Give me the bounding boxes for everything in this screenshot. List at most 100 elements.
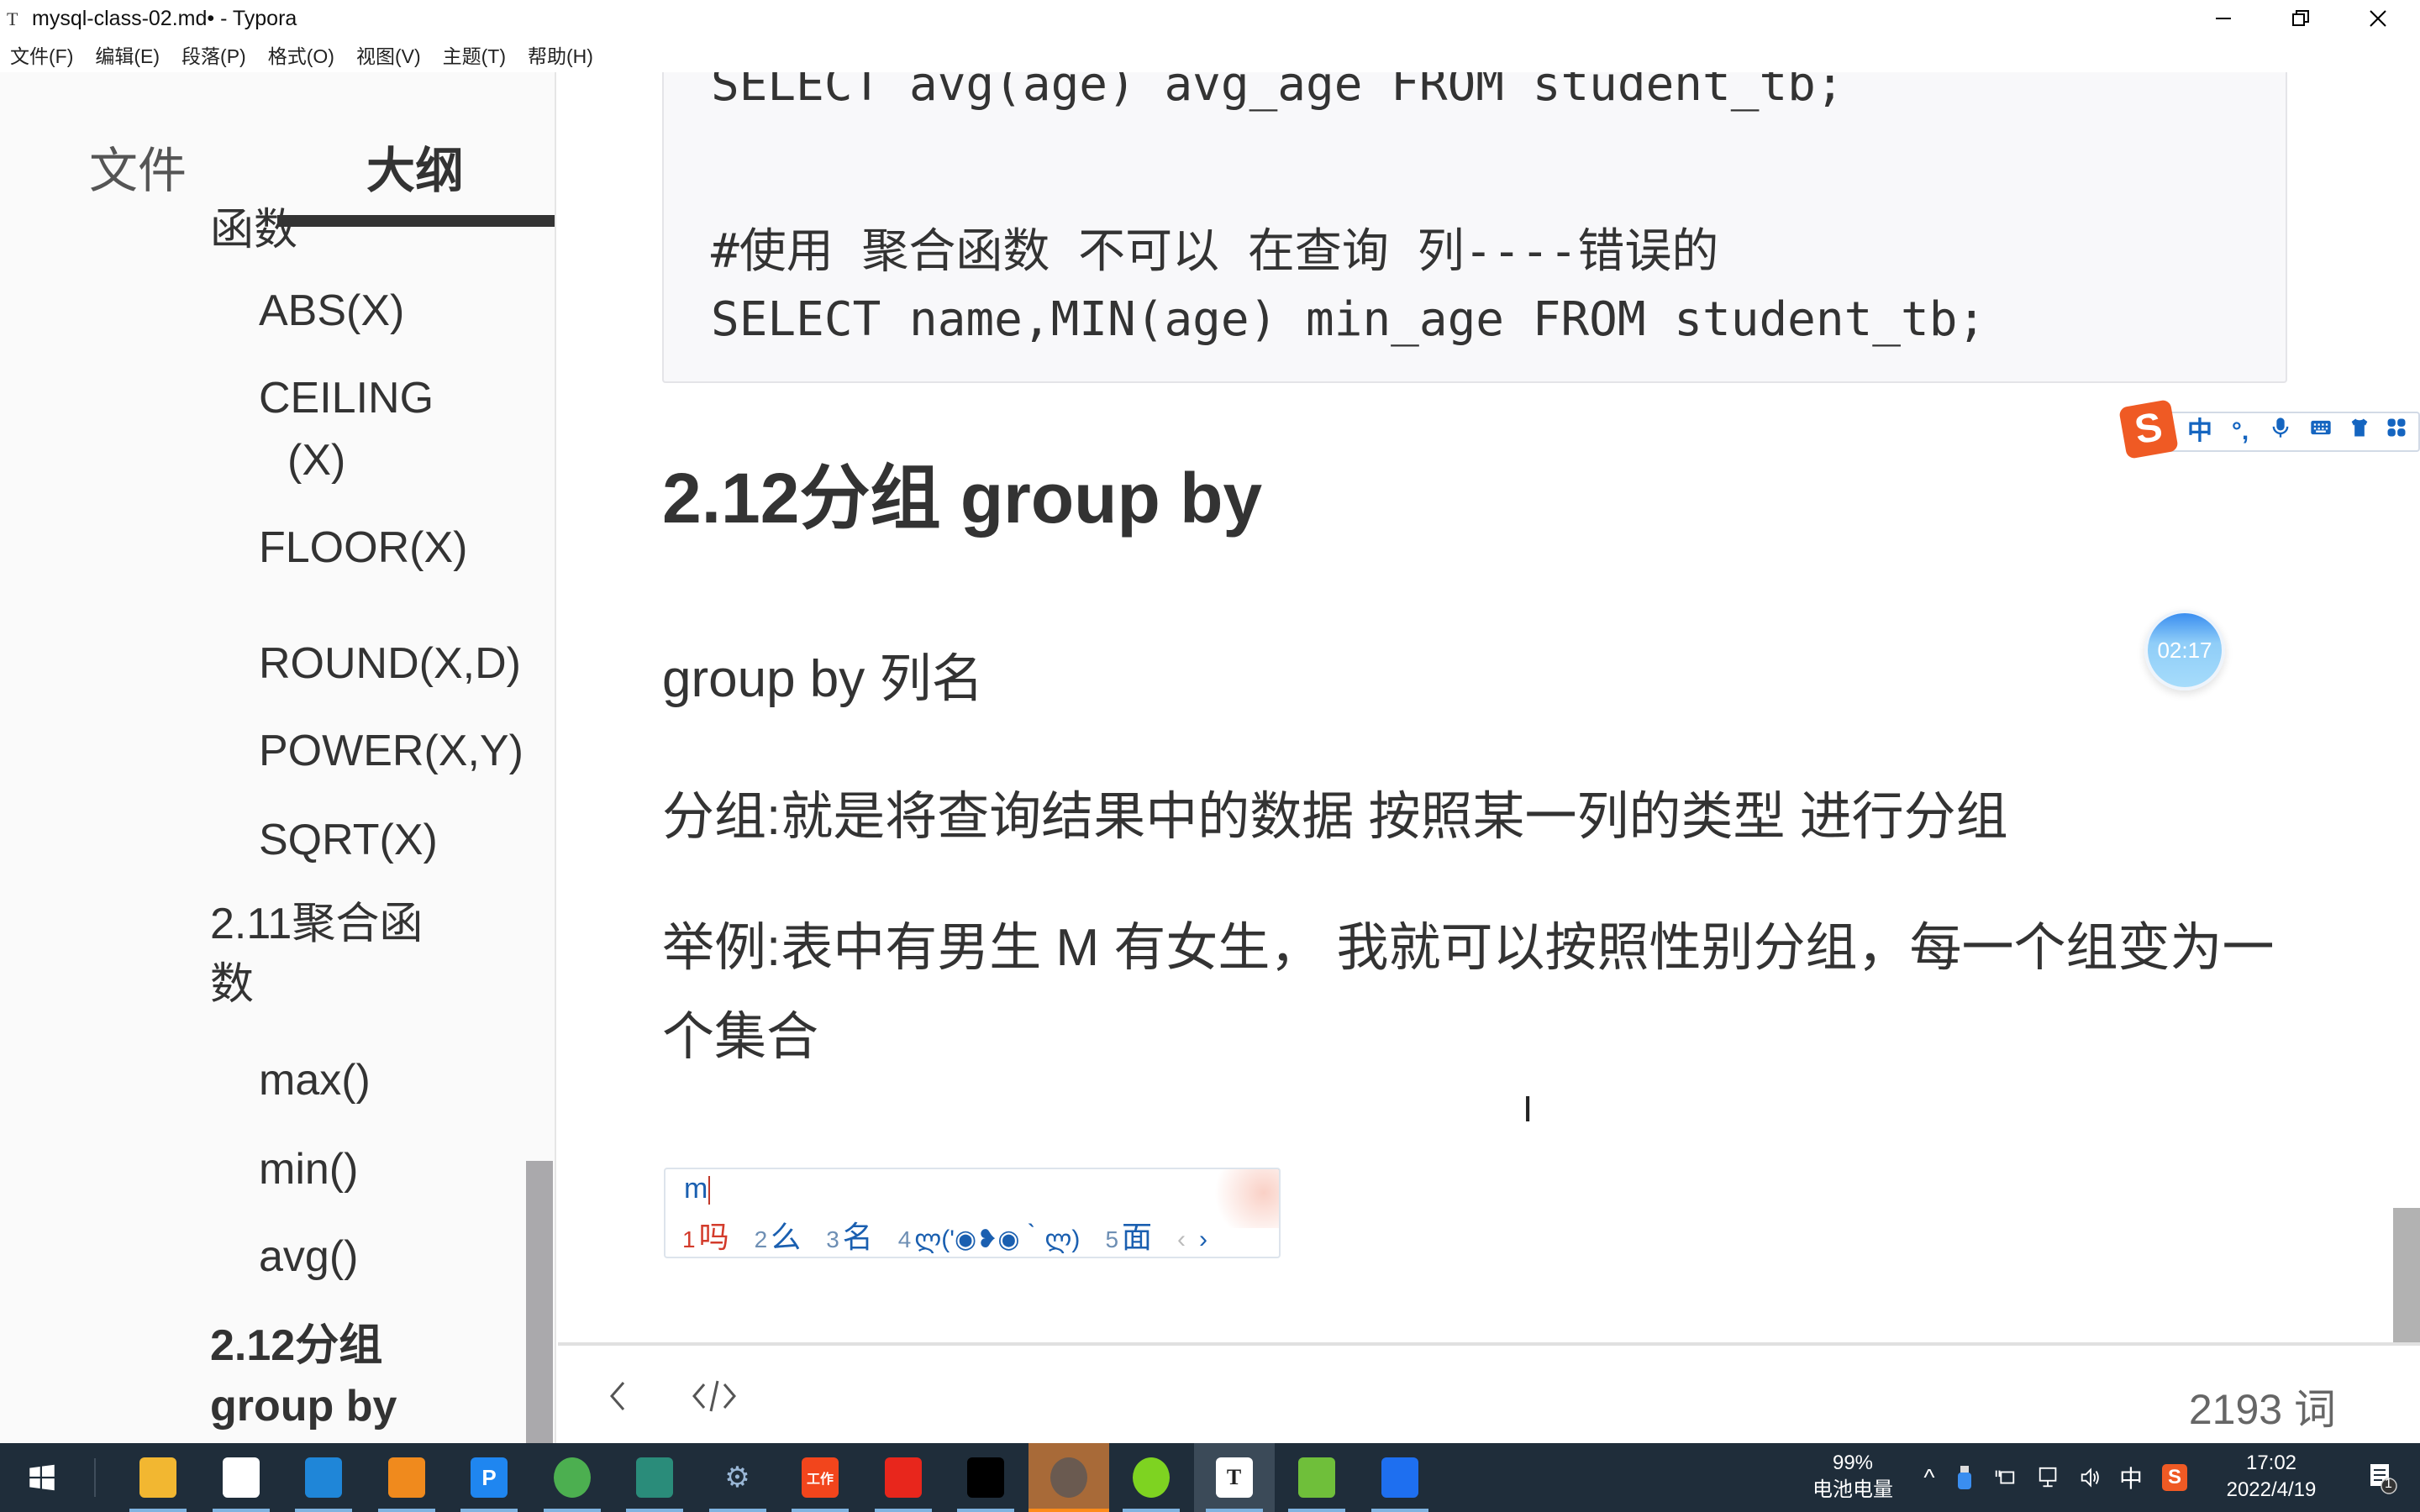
battery-indicator[interactable]: 99% 电池电量 xyxy=(1807,1443,1899,1512)
taskbar-app-terminal[interactable] xyxy=(945,1443,1026,1512)
ime-candidate[interactable]: 3名 xyxy=(826,1213,873,1257)
clock[interactable]: 17:02 2022/4/19 xyxy=(2208,1443,2334,1512)
taskbar-app-security-app[interactable] xyxy=(1360,1443,1440,1512)
editor-scrollbar[interactable] xyxy=(2393,1208,2420,1342)
source-code-mode-button[interactable] xyxy=(689,1371,739,1421)
running-indicator xyxy=(295,1509,352,1512)
input-method-indicator[interactable]: 中 xyxy=(2114,1443,2148,1512)
taskbar-app-notes-app[interactable] xyxy=(614,1443,695,1512)
ime-candidate[interactable]: 2么 xyxy=(755,1213,802,1257)
show-hidden-icons-button[interactable]: ^ xyxy=(1912,1443,1946,1512)
file-explorer-icon xyxy=(139,1457,176,1498)
menu-paragraph[interactable]: 段落(P) xyxy=(182,40,246,69)
minimize-button[interactable] xyxy=(2185,0,2262,37)
running-indicator xyxy=(460,1509,518,1512)
outline-item[interactable]: CEILING xyxy=(259,368,434,428)
taskbar-app-typora[interactable]: T xyxy=(1193,1443,1275,1512)
punctuation-toggle[interactable]: °, xyxy=(2223,415,2257,449)
ime-candidate-list: 1吗 2么 3名 4 ლ('◉❥◉｀ლ) 5面 ‹ › xyxy=(682,1213,1221,1257)
taskbar-app-work-app[interactable]: 工作 xyxy=(780,1443,860,1512)
timer-bubble[interactable]: 02:17 xyxy=(2144,610,2225,690)
taskbar-app-p-app[interactable]: P xyxy=(449,1443,529,1512)
running-indicator xyxy=(957,1509,1014,1512)
taskbar-app-notepad-plus[interactable] xyxy=(1276,1443,1357,1512)
outline-item-active[interactable]: 2.12分组 xyxy=(210,1315,382,1376)
usb-icon[interactable] xyxy=(1948,1443,1981,1512)
menu-theme[interactable]: 主题(T) xyxy=(443,40,506,69)
editor[interactable]: SELECT avg(age) avg_age FROM student_tb;… xyxy=(558,72,2420,1342)
ime-candidate[interactable]: 5面 xyxy=(1105,1213,1152,1257)
taskbar-app-search-tool[interactable] xyxy=(366,1443,447,1512)
outline-item[interactable]: 2.11聚合函 xyxy=(210,894,423,954)
menu-help[interactable]: 帮助(H) xyxy=(528,40,593,69)
outline-item[interactable]: 数 xyxy=(210,954,254,1015)
outline-item[interactable]: FLOOR(X) xyxy=(259,517,467,578)
restore-icon xyxy=(2292,10,2309,26)
sidebar-toggle-button[interactable] xyxy=(592,1371,642,1421)
mic-icon[interactable] xyxy=(2264,415,2297,449)
outline-item-active[interactable]: group by xyxy=(210,1376,397,1436)
sidebar-scrollbar[interactable] xyxy=(526,1161,553,1443)
ime-prev-page-button[interactable]: ‹ xyxy=(1177,1226,1186,1254)
clock-time: 17:02 xyxy=(2245,1452,2297,1474)
candidate-number: 5 xyxy=(1105,1226,1119,1252)
taskbar-app-microsoft-store[interactable] xyxy=(201,1443,281,1512)
outline-item[interactable]: ABS(X) xyxy=(259,281,404,341)
candidate-text: 名 xyxy=(842,1220,873,1254)
ime-candidate[interactable]: 1吗 xyxy=(682,1213,729,1257)
menu-format[interactable]: 格式(O) xyxy=(268,40,334,69)
taskbar-app-green-app[interactable] xyxy=(1111,1443,1192,1512)
ime-candidate[interactable]: 4 ლ('◉❥◉｀ლ) xyxy=(898,1218,1081,1255)
taskbar-app-avatar-app[interactable] xyxy=(1028,1443,1109,1512)
taskbar-app-mail[interactable] xyxy=(283,1443,364,1512)
word-count[interactable]: 2193 词 xyxy=(2189,1376,2336,1436)
outline-item[interactable]: (X) xyxy=(287,430,345,491)
paragraph: 举例:表中有男生 M 有女生， 我就可以按照性别分组，每一个组变为一个集合 xyxy=(662,919,2275,1066)
menu-view[interactable]: 视图(V) xyxy=(356,40,421,69)
ime-mode-toggle[interactable]: 中 xyxy=(2183,415,2217,449)
keyboard-icon[interactable] xyxy=(2304,415,2338,449)
outline-item[interactable]: SQRT(X) xyxy=(259,810,438,870)
outline-item[interactable]: 函数 xyxy=(210,200,297,260)
outline-item[interactable]: max() xyxy=(259,1050,371,1110)
notification-center-button[interactable]: 1 xyxy=(2353,1443,2412,1512)
restore-button[interactable] xyxy=(2262,0,2339,37)
menu-edit[interactable]: 编辑(E) xyxy=(95,40,160,69)
menu-file[interactable]: 文件(F) xyxy=(10,40,73,69)
ime-composition: m xyxy=(684,1173,711,1205)
code-line: SELECT avg(age) avg_age FROM student_tb; xyxy=(711,72,1844,112)
taskbar-app-settings-tool[interactable]: ⚙ xyxy=(697,1443,778,1512)
candidate-text: 么 xyxy=(771,1220,802,1254)
outline-item[interactable]: avg() xyxy=(259,1226,358,1287)
close-button[interactable] xyxy=(2339,0,2417,37)
power-plug-icon[interactable] xyxy=(1988,1443,2022,1512)
taskbar-app-wps-office[interactable] xyxy=(863,1443,944,1512)
candidate-text: ლ('◉❥◉｀ლ) xyxy=(914,1226,1081,1253)
sogou-tray-icon[interactable]: S xyxy=(2156,1443,2193,1512)
toolbox-icon[interactable] xyxy=(2380,415,2413,449)
sogou-watermark-icon xyxy=(1203,1169,1279,1228)
status-bar: 2193 词 xyxy=(558,1342,2420,1443)
minimize-icon xyxy=(2216,18,2231,19)
ime-next-page-button[interactable]: › xyxy=(1199,1226,1207,1254)
green-app-icon xyxy=(1133,1457,1170,1498)
notification-icon xyxy=(2370,1464,2397,1494)
network-icon[interactable] xyxy=(2032,1443,2065,1512)
window-title: mysql-class-02.md• - Typora xyxy=(32,7,297,30)
battery-label: 电池电量 xyxy=(1812,1478,1893,1501)
taskbar-app-file-explorer[interactable] xyxy=(118,1443,198,1512)
outline-item[interactable]: min() xyxy=(259,1139,358,1200)
p-app-icon: P xyxy=(471,1457,508,1498)
paragraph: 分组:就是将查询结果中的数据 按照某一列的类型 进行分组 xyxy=(662,788,2008,846)
outline-item[interactable]: POWER(X,Y) xyxy=(259,721,523,781)
volume-icon[interactable] xyxy=(2074,1443,2107,1512)
security-app-icon xyxy=(1381,1457,1418,1498)
code-block[interactable]: SELECT avg(age) avg_age FROM student_tb;… xyxy=(662,72,2287,383)
outline-item[interactable]: ROUND(X,D) xyxy=(259,633,521,694)
sogou-logo-icon[interactable]: S xyxy=(2118,399,2179,459)
taskbar-app-chrome[interactable] xyxy=(532,1443,613,1512)
start-button[interactable] xyxy=(0,1443,84,1512)
skin-icon[interactable] xyxy=(2343,415,2376,449)
tab-outline[interactable]: 大纲 xyxy=(366,131,464,202)
tab-files[interactable]: 文件 xyxy=(89,131,187,202)
